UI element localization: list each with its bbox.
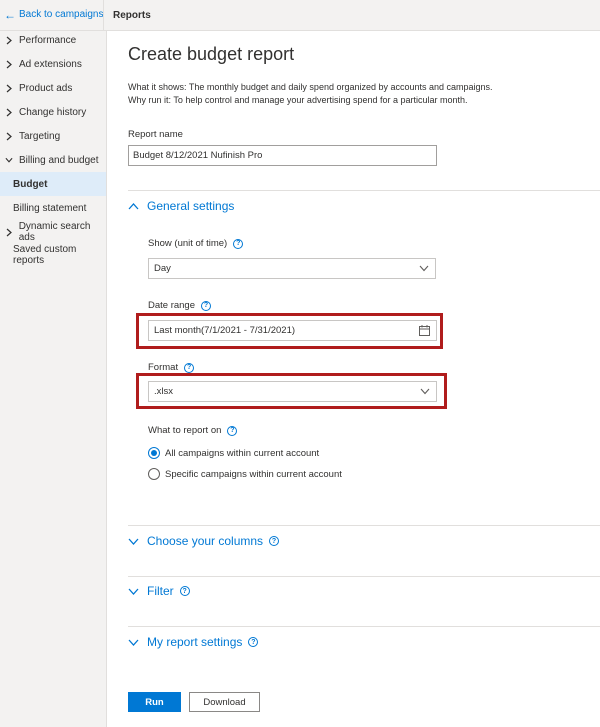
chevron-right-icon — [5, 60, 13, 69]
format-label: Format ? — [148, 362, 195, 373]
sidebar-item-label: Targeting — [19, 130, 61, 142]
sidebar-item-label: Performance — [19, 34, 77, 46]
general-settings-header[interactable]: General settings — [128, 199, 234, 213]
sidebar-item-performance[interactable]: Performance — [0, 28, 106, 52]
section-divider — [128, 626, 600, 627]
date-range-label: Date range ? — [148, 300, 212, 311]
chevron-right-icon — [5, 132, 13, 141]
radio-all-campaigns[interactable]: All campaigns within current account — [148, 447, 319, 459]
chevron-down-icon — [419, 264, 429, 275]
help-icon[interactable]: ? — [233, 238, 244, 249]
sidebar-item-billing-statement[interactable]: Billing statement — [0, 196, 106, 220]
back-to-campaigns-link[interactable]: ← Back to campaigns — [4, 7, 104, 22]
sidebar-item-change-history[interactable]: Change history — [0, 100, 106, 124]
sidebar-item-product-ads[interactable]: Product ads — [0, 76, 106, 100]
chevron-up-icon — [128, 202, 139, 210]
section-divider — [128, 525, 600, 526]
top-divider — [103, 0, 104, 31]
date-range-value: Last month(7/1/2021 - 7/31/2021) — [154, 325, 296, 336]
main-content: Create budget report What it shows: The … — [108, 31, 600, 727]
back-label: Back to campaigns — [19, 9, 104, 20]
sidebar-item-targeting[interactable]: Targeting — [0, 124, 106, 148]
choose-columns-title: Choose your columns — [147, 534, 264, 548]
description-what: What it shows: The monthly budget and da… — [128, 82, 493, 92]
report-on-label: What to report on ? — [148, 425, 238, 436]
tab-reports[interactable]: Reports — [113, 10, 151, 21]
radio-label: Specific campaigns within current accoun… — [165, 468, 342, 480]
radio-label: All campaigns within current account — [165, 447, 320, 459]
sidebar-item-budget[interactable]: Budget — [0, 172, 106, 196]
chevron-down-icon — [128, 538, 139, 545]
chevron-right-icon — [5, 36, 13, 45]
filter-title: Filter — [147, 584, 174, 598]
date-range-picker[interactable]: Last month(7/1/2021 - 7/31/2021) — [148, 320, 437, 341]
sidebar-item-saved-custom-reports[interactable]: Saved custom reports — [0, 243, 106, 267]
radio-dot — [151, 450, 157, 456]
sidebar-item-label: Budget — [13, 178, 48, 190]
chevron-right-icon — [5, 84, 13, 93]
section-divider — [128, 576, 600, 577]
sidebar-item-label: Billing statement — [13, 202, 87, 214]
chevron-right-icon — [5, 108, 13, 117]
help-icon[interactable]: ? — [227, 425, 238, 436]
general-settings-title: General settings — [147, 199, 235, 213]
calendar-icon[interactable] — [419, 325, 430, 339]
sidebar-item-label: Change history — [19, 106, 87, 118]
show-unit-dropdown[interactable]: Day — [148, 258, 436, 279]
sidebar-item-label: Dynamic search ads — [18, 221, 91, 243]
report-on-label-text: What to report on — [148, 425, 222, 436]
radio-button-checked[interactable] — [148, 447, 160, 459]
arrow-left-icon: ← — [4, 7, 16, 22]
sidebar-item-label: Ad extensions — [19, 58, 82, 70]
format-label-text: Format — [148, 362, 179, 373]
download-button[interactable]: Download — [189, 692, 260, 712]
help-icon[interactable]: ? — [269, 536, 280, 546]
chevron-down-icon — [5, 157, 13, 163]
chevron-right-icon — [5, 228, 13, 237]
my-report-settings-title: My report settings — [147, 635, 243, 649]
report-name-label: Report name — [128, 129, 183, 140]
description-why: Why run it: To help control and manage y… — [128, 95, 468, 105]
filter-header[interactable]: Filter ? — [128, 584, 190, 598]
show-unit-label-text: Show (unit of time) — [148, 238, 228, 249]
format-dropdown[interactable]: .xlsx — [148, 381, 437, 402]
show-unit-label: Show (unit of time) ? — [148, 238, 244, 249]
run-button[interactable]: Run — [128, 692, 181, 712]
radio-specific-campaigns[interactable]: Specific campaigns within current accoun… — [148, 468, 342, 480]
radio-button[interactable] — [148, 468, 160, 480]
help-icon[interactable]: ? — [184, 362, 195, 373]
my-report-settings-header[interactable]: My report settings ? — [128, 635, 259, 649]
choose-columns-header[interactable]: Choose your columns ? — [128, 534, 280, 548]
sidebar-item-dynamic-search-ads[interactable]: Dynamic search ads — [0, 220, 106, 244]
date-range-label-text: Date range — [148, 300, 196, 311]
help-icon[interactable]: ? — [179, 586, 190, 596]
top-bar: ← Back to campaigns Reports — [0, 0, 600, 31]
format-value: .xlsx — [154, 386, 173, 397]
show-unit-value: Day — [154, 263, 171, 274]
help-icon[interactable]: ? — [248, 637, 259, 647]
chevron-down-icon — [128, 639, 139, 646]
help-icon[interactable]: ? — [201, 300, 212, 311]
sidebar-item-ad-extensions[interactable]: Ad extensions — [0, 52, 106, 76]
sidebar-item-billing-and-budget[interactable]: Billing and budget — [0, 148, 106, 172]
sidebar-item-label: Saved custom reports — [13, 244, 77, 266]
chevron-down-icon — [128, 588, 139, 595]
section-divider — [128, 190, 600, 191]
sidebar-item-label: Billing and budget — [19, 154, 99, 166]
page-title: Create budget report — [128, 44, 295, 64]
sidebar: Performance Ad extensions Product ads Ch… — [0, 31, 107, 727]
chevron-down-icon — [420, 387, 430, 398]
sidebar-item-label: Product ads — [19, 82, 73, 94]
report-name-input[interactable]: Budget 8/12/2021 Nufinish Pro — [128, 145, 437, 166]
